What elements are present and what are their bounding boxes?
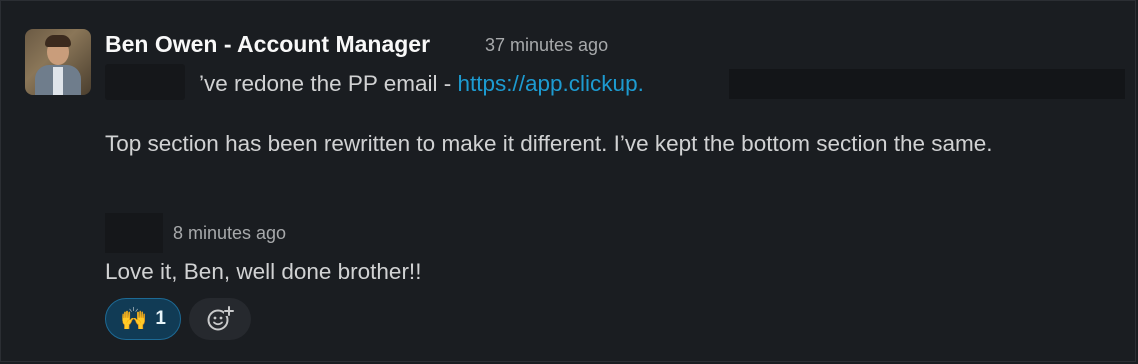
message-line: ’ve redone the PP email - https://app.cl… [199, 71, 644, 97]
redacted-mention [105, 64, 185, 100]
reply-timestamp[interactable]: 8 minutes ago [173, 223, 286, 244]
message-text: ’ve redone the PP email - [199, 71, 458, 96]
reply-text: Love it, Ben, well done brother!! [105, 259, 422, 284]
avatar[interactable] [25, 29, 91, 95]
author-name[interactable]: Ben Owen - Account Manager [105, 31, 430, 58]
message-link[interactable]: https://app.clickup. [457, 71, 643, 96]
add-reaction-icon [207, 306, 234, 331]
add-reaction-button[interactable] [189, 298, 251, 340]
reaction-count: 1 [155, 308, 166, 329]
raised-hands-icon: 🙌 [120, 306, 148, 331]
reaction-raised-hands-button[interactable]: 🙌 1 [105, 298, 181, 340]
message-paragraph: Top section has been rewritten to make i… [105, 131, 993, 156]
redacted-author [105, 213, 163, 253]
message-timestamp[interactable]: 37 minutes ago [485, 35, 608, 56]
redacted-link-tail [729, 69, 1125, 99]
message-pane: Ben Owen - Account Manager 37 minutes ag… [0, 0, 1136, 362]
